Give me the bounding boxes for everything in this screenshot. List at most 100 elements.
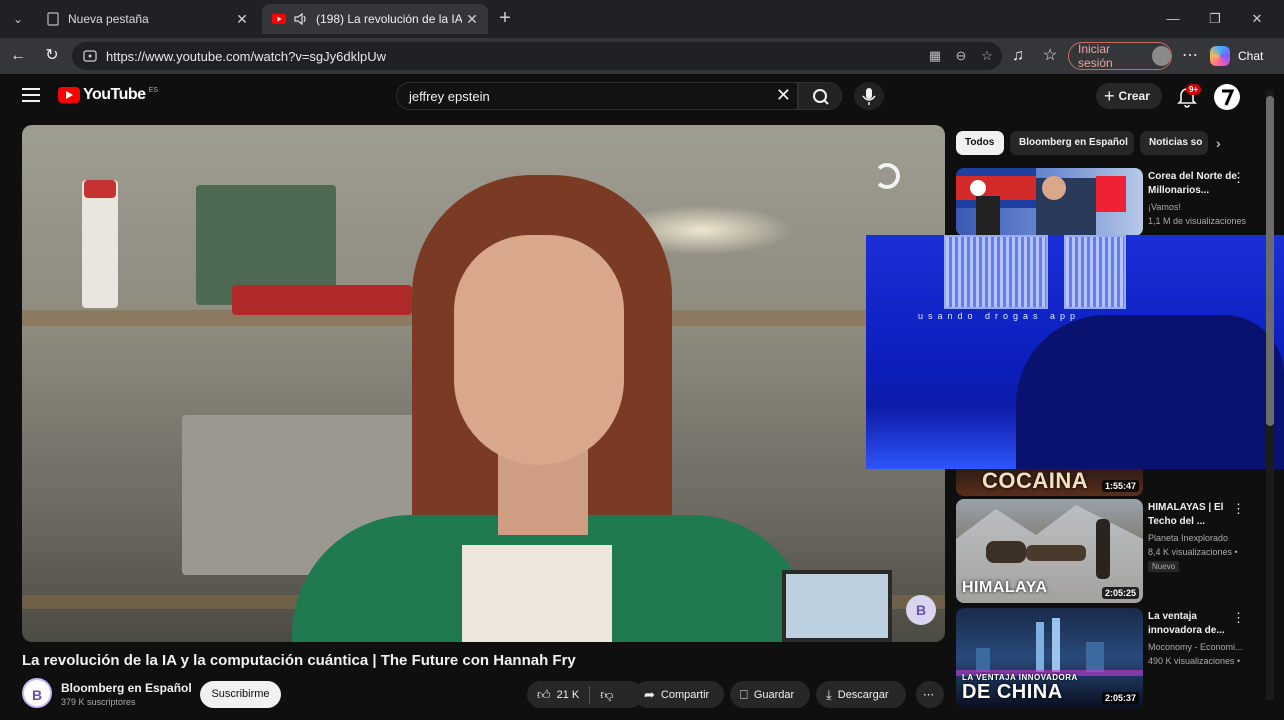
chevron-right-icon[interactable]: › — [1216, 135, 1221, 151]
minimize-icon[interactable]: — — [1158, 8, 1188, 30]
like-thumb-icon[interactable]: 👍︎ — [537, 687, 551, 703]
recommendation-card[interactable]: Corea del Norte de Millonarios... ¡Vamos… — [956, 168, 1262, 236]
tab-title: Nueva pestaña — [68, 12, 149, 26]
like-count[interactable]: 21 K — [557, 689, 580, 701]
url-text: https://www.youtube.com/watch?v=sgJy6dkl… — [106, 48, 386, 64]
recommendation-title[interactable]: Corea del Norte de Millonarios... — [1148, 170, 1243, 198]
sign-in-button[interactable]: Iniciar sesión — [1068, 42, 1172, 70]
hamburger-menu-icon[interactable] — [22, 88, 40, 102]
recommendation-channel[interactable]: Moconomy - Economi... — [1148, 642, 1248, 652]
tab-close-icon[interactable]: ✕ — [232, 11, 252, 28]
more-vertical-icon[interactable]: ⋮ — [1232, 610, 1245, 626]
more-actions-button[interactable]: ⋯ — [916, 681, 944, 708]
save-button[interactable]: ⎕ Guardar — [730, 681, 810, 708]
zoom-icon[interactable]: ⊖ — [950, 48, 972, 64]
youtube-header: YouTube ES jeffrey epstein ✕ + Crear 9+ — [0, 74, 1284, 122]
recommendation-title[interactable]: La ventaja innovadora de... — [1148, 610, 1243, 638]
share-label: Compartir — [660, 688, 710, 701]
tab-new-tab[interactable]: Nueva pestaña ✕ — [36, 4, 258, 34]
recommendation-card[interactable]: COCAINA 1:55:47 — [956, 466, 1262, 496]
tab-list-chevron-icon[interactable]: ⌄ — [6, 8, 30, 30]
search-button[interactable] — [798, 82, 842, 110]
video-monitor — [782, 570, 892, 642]
tab-title: (198) La revolución de la IA y l — [316, 12, 462, 26]
plus-icon: + — [1104, 85, 1115, 106]
close-window-icon[interactable]: ✕ — [1242, 8, 1272, 30]
channel-name[interactable]: Bloomberg en Español — [61, 681, 192, 695]
page-scrollbar-thumb[interactable] — [1266, 96, 1274, 426]
thumbnail-text: HIMALAYA — [962, 579, 1048, 596]
download-button[interactable]: ⤓ Descargar — [816, 681, 906, 708]
copilot-chat-button[interactable]: Chat — [1210, 42, 1276, 70]
overlay-caption: usando drogas app — [918, 311, 1081, 321]
restore-icon[interactable]: ❐ — [1200, 8, 1230, 30]
channel-watermark[interactable]: B — [906, 595, 936, 625]
recommendation-card[interactable]: LA VENTAJA INNOVADORA DE CHINA 2:05:37 L… — [956, 608, 1262, 708]
chip-bloomberg[interactable]: Bloomberg en Español — [1010, 131, 1134, 155]
favorites-icon[interactable]: ☆ — [1038, 45, 1062, 67]
back-arrow-icon[interactable]: ← — [6, 45, 30, 67]
share-button[interactable]: ➦ Compartir — [634, 681, 724, 708]
search-input[interactable]: jeffrey epstein ✕ — [396, 82, 798, 110]
video-thumbnail[interactable]: LA VENTAJA INNOVADORA DE CHINA 2:05:37 — [956, 608, 1143, 708]
video-thumbnail[interactable]: COCAINA 1:55:47 — [956, 466, 1143, 496]
music-note-icon[interactable]: ♫ — [1006, 45, 1030, 67]
video-player[interactable]: B — [22, 125, 945, 642]
tab-youtube-video[interactable]: (198) La revolución de la IA y l ✕ — [262, 4, 488, 34]
save-label: Guardar — [753, 688, 795, 701]
chat-label: Chat — [1238, 49, 1264, 63]
overlay-led-panel — [944, 235, 1048, 309]
youtube-icon — [272, 12, 286, 26]
tab-close-icon[interactable]: ✕ — [462, 11, 482, 28]
recommendation-title[interactable]: HIMALAYAS | El Techo del ... — [1148, 501, 1243, 529]
floating-video-overlay[interactable]: usando drogas app — [866, 235, 1284, 469]
chip-noticias[interactable]: Noticias so — [1140, 131, 1208, 155]
youtube-play-icon — [58, 87, 80, 103]
video-title: La revolución de la IA y la computación … — [22, 652, 576, 669]
address-bar[interactable]: https://www.youtube.com/watch?v=sgJy6dkl… — [72, 42, 1002, 70]
chip-todos[interactable]: Todos — [956, 131, 1004, 155]
site-info-icon[interactable] — [82, 48, 98, 64]
reload-icon[interactable]: ↻ — [40, 45, 64, 67]
create-button[interactable]: + Crear — [1096, 83, 1162, 109]
logo-country-code: ES — [148, 86, 158, 94]
dislike-thumb-icon[interactable]: 👎︎ — [600, 687, 613, 703]
more-vertical-icon[interactable]: ⋮ — [1232, 170, 1245, 186]
logo-text: YouTube — [83, 86, 146, 103]
new-tab-plus-icon[interactable]: + — [494, 8, 516, 30]
overlay-led-panel — [1064, 235, 1126, 309]
more-options-icon[interactable]: ⋯ — [1178, 45, 1202, 67]
recommendation-channel[interactable]: Planeta Inexplorado — [1148, 533, 1248, 543]
recommendation-views: 1,1 M de visualizaciones — [1148, 216, 1247, 226]
microphone-icon — [862, 88, 876, 105]
video-thumbnail[interactable]: HIMALAYA 2:05:25 — [956, 499, 1143, 603]
video-duration: 2:05:25 — [1101, 587, 1139, 599]
subscriber-count: 379 K suscriptores — [61, 697, 136, 707]
share-arrow-icon: ➦ — [644, 686, 655, 702]
video-bottle — [82, 180, 118, 308]
north-korea-flag-thumbnail — [956, 168, 1126, 236]
recommendation-channel[interactable]: ¡Vamos! — [1148, 202, 1248, 212]
youtube-logo[interactable]: YouTube ES — [58, 86, 158, 104]
favorite-star-icon[interactable]: ☆ — [976, 48, 998, 64]
voice-search-button[interactable] — [854, 82, 884, 110]
filter-chips: Todos Bloomberg en Español Noticias so — [956, 131, 1246, 155]
channel-avatar[interactable]: B — [22, 678, 52, 708]
browser-tab-strip: ⌄ Nueva pestaña ✕ (198) La revolución de… — [0, 0, 1284, 38]
video-duration: 2:05:37 — [1101, 692, 1139, 704]
more-vertical-icon[interactable]: ⋮ — [1232, 501, 1245, 517]
clear-search-icon[interactable]: ✕ — [776, 85, 791, 106]
page-icon — [46, 12, 60, 26]
account-avatar[interactable] — [1214, 84, 1240, 110]
download-icon: ⤓ — [826, 686, 832, 702]
bookmark-icon: ⎕ — [740, 686, 748, 702]
subscribe-button[interactable]: Suscribirme — [200, 681, 281, 708]
like-dislike-group: 👍︎ 21 K 👎︎ — [527, 681, 643, 708]
speaker-icon[interactable] — [294, 12, 308, 26]
create-label: Crear — [1118, 89, 1150, 103]
app-available-icon[interactable]: ▦ — [924, 48, 946, 64]
search-icon — [813, 89, 829, 105]
browser-toolbar: ← ↻ https://www.youtube.com/watch?v=sgJy… — [0, 38, 1284, 74]
recommendation-card[interactable]: HIMALAYA 2:05:25 HIMALAYAS | El Techo de… — [956, 499, 1262, 603]
video-thumbnail[interactable] — [956, 168, 1143, 236]
